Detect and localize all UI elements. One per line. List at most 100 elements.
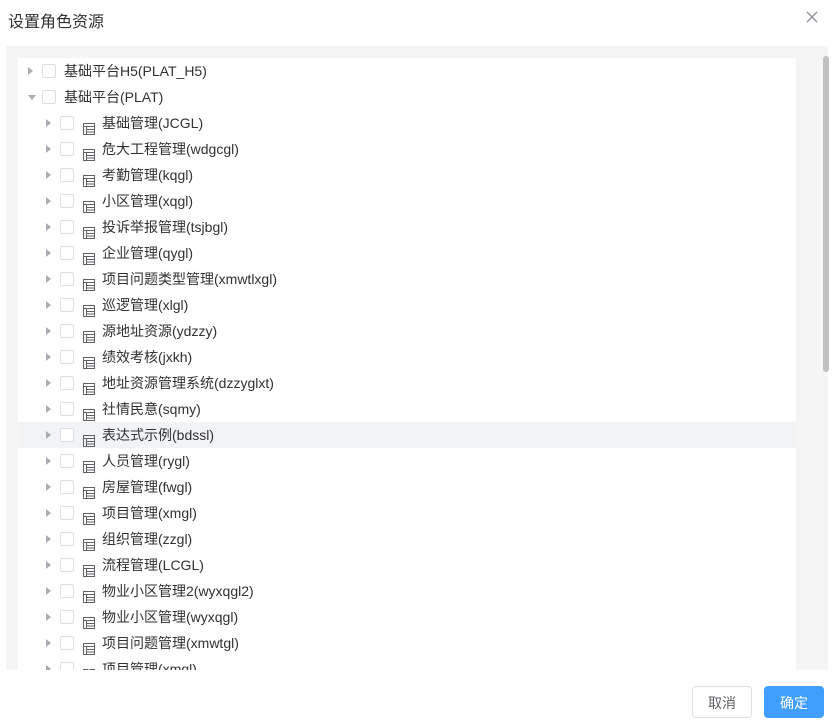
caret-right-icon[interactable]	[46, 665, 51, 670]
tree-node-checkbox[interactable]	[60, 480, 74, 494]
tree-node-child[interactable]: 小区管理(xqgl)	[18, 188, 796, 214]
tree-node-checkbox[interactable]	[60, 298, 74, 312]
caret-right-icon[interactable]	[46, 379, 51, 387]
tree-node-label: 危大工程管理(wdgcgl)	[102, 141, 239, 157]
tree-node-checkbox[interactable]	[42, 90, 56, 104]
tree-node-child[interactable]: 地址资源管理系统(dzzyglxt)	[18, 370, 796, 396]
caret-right-icon[interactable]	[46, 327, 51, 335]
caret-right-icon[interactable]	[46, 587, 51, 595]
caret-right-icon[interactable]	[46, 197, 51, 205]
tree-node-label: 物业小区管理(wyxqgl)	[102, 609, 239, 625]
caret-right-icon[interactable]	[46, 405, 51, 413]
tree-node-child[interactable]: 表达式示例(bdssl)	[18, 422, 796, 448]
confirm-button[interactable]: 确定	[764, 686, 824, 718]
menu-table-icon	[83, 585, 95, 603]
menu-table-icon	[83, 403, 95, 421]
caret-right-icon[interactable]	[46, 457, 51, 465]
tree-node-checkbox[interactable]	[60, 636, 74, 650]
tree-node-child[interactable]: 组织管理(zzgl)	[18, 526, 796, 552]
tree-node-label: 企业管理(qygl)	[102, 245, 194, 261]
caret-right-icon[interactable]	[46, 223, 51, 231]
tree-node-checkbox[interactable]	[60, 142, 74, 156]
tree-node-child[interactable]: 巡逻管理(xlgl)	[18, 292, 796, 318]
caret-right-icon[interactable]	[28, 67, 33, 75]
tree-node-root[interactable]: 基础平台(PLAT)	[18, 84, 796, 110]
tree-node-child[interactable]: 项目问题管理(xmwtgl)	[18, 630, 796, 656]
tree-node-label: 人员管理(rygl)	[102, 453, 190, 469]
tree-node-label: 社情民意(sqmy)	[102, 401, 201, 417]
caret-right-icon[interactable]	[46, 561, 51, 569]
menu-table-icon	[83, 377, 95, 395]
tree-node-checkbox[interactable]	[60, 246, 74, 260]
menu-table-icon	[83, 507, 95, 525]
caret-down-icon[interactable]	[28, 95, 36, 100]
caret-right-icon[interactable]	[46, 353, 51, 361]
tree-node-child[interactable]: 物业小区管理2(wyxqgl2)	[18, 578, 796, 604]
caret-right-icon[interactable]	[46, 171, 51, 179]
tree-node-checkbox[interactable]	[60, 402, 74, 416]
tree-node-checkbox[interactable]	[60, 376, 74, 390]
tree-node-child[interactable]: 绩效考核(jxkh)	[18, 344, 796, 370]
tree-node-label: 表达式示例(bdssl)	[102, 427, 215, 443]
tree-node-checkbox[interactable]	[60, 610, 74, 624]
tree-node-checkbox[interactable]	[60, 220, 74, 234]
tree-node-checkbox[interactable]	[60, 324, 74, 338]
tree-scrollbar-thumb[interactable]	[823, 56, 829, 372]
caret-right-icon[interactable]	[46, 249, 51, 257]
tree-node-child[interactable]: 流程管理(LCGL)	[18, 552, 796, 578]
tree-node-label: 小区管理(xqgl)	[102, 193, 194, 209]
tree-node-child[interactable]: 考勤管理(kqgl)	[18, 162, 796, 188]
tree-node-root[interactable]: 基础平台H5(PLAT_H5)	[18, 58, 796, 84]
tree-node-checkbox[interactable]	[60, 168, 74, 182]
tree-node-checkbox[interactable]	[60, 428, 74, 442]
caret-right-icon[interactable]	[46, 301, 51, 309]
tree-node-checkbox[interactable]	[60, 532, 74, 546]
tree-node-checkbox[interactable]	[60, 558, 74, 572]
caret-right-icon[interactable]	[46, 431, 51, 439]
caret-right-icon[interactable]	[46, 119, 51, 127]
tree-node-checkbox[interactable]	[60, 116, 74, 130]
tree-node-child[interactable]: 源地址资源(ydzzy)	[18, 318, 796, 344]
tree-node-label: 基础平台(PLAT)	[64, 89, 164, 105]
menu-table-icon	[83, 117, 95, 135]
cancel-button[interactable]: 取消	[692, 686, 752, 718]
menu-table-icon	[83, 195, 95, 213]
resource-tree-panel[interactable]: 基础平台H5(PLAT_H5) 基础平台(PLAT) 基础管理(JCGL) 危大工程管…	[6, 46, 828, 670]
tree-node-label: 巡逻管理(xlgl)	[102, 297, 189, 313]
tree-node-checkbox[interactable]	[60, 272, 74, 286]
caret-right-icon[interactable]	[46, 613, 51, 621]
tree-node-child[interactable]: 项目管理(xmgl)	[18, 500, 796, 526]
tree-node-checkbox[interactable]	[60, 350, 74, 364]
tree-node-checkbox[interactable]	[60, 662, 74, 670]
tree-node-label: 源地址资源(ydzzy)	[102, 323, 218, 339]
tree-node-child[interactable]: 基础管理(JCGL)	[18, 110, 796, 136]
tree-node-checkbox[interactable]	[60, 194, 74, 208]
tree-node-child[interactable]: 房屋管理(fwgl)	[18, 474, 796, 500]
tree-node-child[interactable]: 企业管理(qygl)	[18, 240, 796, 266]
tree-node-checkbox[interactable]	[60, 454, 74, 468]
caret-right-icon[interactable]	[46, 275, 51, 283]
tree-node-child[interactable]: 物业小区管理(wyxqgl)	[18, 604, 796, 630]
tree-node-child[interactable]: 投诉举报管理(tsjbgl)	[18, 214, 796, 240]
menu-table-icon	[83, 455, 95, 473]
close-icon[interactable]	[803, 8, 821, 26]
tree-node-child[interactable]: 项目管理(xmgl)	[18, 656, 796, 670]
tree-node-child[interactable]: 社情民意(sqmy)	[18, 396, 796, 422]
menu-table-icon	[83, 169, 95, 187]
caret-right-icon[interactable]	[46, 483, 51, 491]
tree-node-child[interactable]: 人员管理(rygl)	[18, 448, 796, 474]
tree-node-child[interactable]: 危大工程管理(wdgcgl)	[18, 136, 796, 162]
caret-right-icon[interactable]	[46, 509, 51, 517]
menu-table-icon	[83, 533, 95, 551]
tree-node-checkbox[interactable]	[60, 584, 74, 598]
tree-node-label: 房屋管理(fwgl)	[102, 479, 193, 495]
menu-table-icon	[83, 247, 95, 265]
menu-table-icon	[83, 481, 95, 499]
menu-table-icon	[83, 611, 95, 629]
caret-right-icon[interactable]	[46, 535, 51, 543]
caret-right-icon[interactable]	[46, 145, 51, 153]
tree-node-checkbox[interactable]	[42, 64, 56, 78]
tree-node-checkbox[interactable]	[60, 506, 74, 520]
caret-right-icon[interactable]	[46, 639, 51, 647]
tree-node-child[interactable]: 项目问题类型管理(xmwtlxgl)	[18, 266, 796, 292]
